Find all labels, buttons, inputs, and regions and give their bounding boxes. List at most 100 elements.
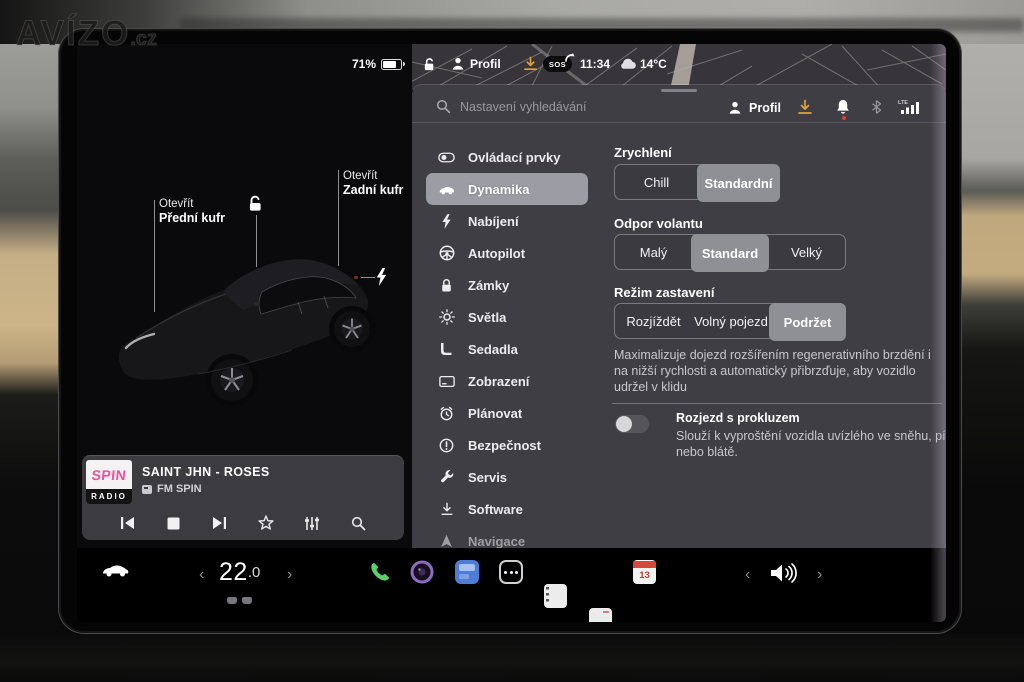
- vehicle-controls-button[interactable]: [100, 562, 130, 579]
- all-apps-button[interactable]: [499, 560, 523, 584]
- toggle-icon: [438, 149, 455, 166]
- status-download-icon[interactable]: [523, 56, 538, 77]
- acceleration-segmented-control: Chill Standardní: [614, 164, 780, 202]
- station-logo-line2: RADIO: [86, 489, 132, 504]
- sidebar-item-navigace[interactable]: Navigace: [426, 525, 588, 548]
- media-search-button[interactable]: [349, 515, 369, 531]
- car-icon: [438, 181, 455, 198]
- previous-track-button[interactable]: [117, 515, 137, 531]
- battery-icon: [381, 58, 406, 70]
- calendar-header: [633, 560, 656, 568]
- photo-of-tesla-screen: AVÍZO.cz 71% Otevřít Přední kufr Otevřít…: [0, 0, 1024, 682]
- tesla-touchscreen: 71% Otevřít Přední kufr Otevřít Zadní ku…: [77, 44, 946, 622]
- phone-app[interactable]: [368, 560, 392, 584]
- sidebar-item-planovat[interactable]: Plánovat: [426, 397, 588, 429]
- steering-segmented-control: Malý Standard Velký: [614, 234, 846, 272]
- slip-start-description: Slouží k vyproštění vozidla uvízlého ve …: [676, 429, 946, 459]
- sidebar-item-software[interactable]: Software: [426, 493, 588, 525]
- lock-icon: [438, 277, 455, 294]
- status-profile[interactable]: Profil: [451, 56, 501, 71]
- app-icon-blue[interactable]: [455, 560, 479, 584]
- station-logo[interactable]: SPIN RADIO: [86, 460, 132, 504]
- sidebar-item-svetla[interactable]: Světla: [426, 301, 588, 333]
- temp-decrease-chevron[interactable]: ‹: [199, 566, 204, 584]
- download-icon: [438, 501, 455, 518]
- sos-label: SOS: [548, 59, 567, 69]
- sidebar-item-dynamika[interactable]: Dynamika: [426, 173, 588, 205]
- sidebar-item-autopilot[interactable]: Autopilot: [426, 237, 588, 269]
- notebook-app[interactable]: [544, 584, 567, 608]
- sidebar-item-zamky[interactable]: Zámky: [426, 269, 588, 301]
- display-icon: [438, 373, 455, 390]
- unlock-icon[interactable]: [247, 194, 265, 217]
- media-source: FM SPIN: [142, 483, 202, 495]
- favorite-star-button[interactable]: [256, 515, 276, 531]
- settings-dialog: Nastavení vyhledávání Profil LTE Ovládac…: [412, 85, 946, 548]
- media-player-card[interactable]: SPIN RADIO SAINT JHN - ROSES FM SPIN: [82, 455, 404, 540]
- rear-trunk-button[interactable]: Otevřít Zadní kufr: [343, 169, 403, 198]
- section-divider: [612, 403, 942, 404]
- battery-status: 71%: [352, 57, 406, 71]
- navigation-icon: [438, 533, 455, 549]
- battery-percent: 71%: [352, 57, 377, 71]
- media-next-chevron[interactable]: ›: [817, 566, 822, 584]
- option-rozjizdet[interactable]: Rozjíždět: [615, 304, 692, 338]
- volume-speaker-icon[interactable]: [769, 562, 797, 584]
- next-track-button[interactable]: [210, 515, 230, 531]
- sidebar-item-zobrazeni[interactable]: Zobrazení: [426, 365, 588, 397]
- seat-heater-icons[interactable]: [227, 597, 252, 604]
- option-standard[interactable]: Standard: [691, 234, 769, 272]
- search-placeholder: Nastavení vyhledávání: [460, 100, 587, 114]
- sun-icon: [438, 309, 455, 326]
- dashcam-lens-app[interactable]: [410, 560, 434, 584]
- top-status-bar: Profil SOS 11:34 14°C: [412, 44, 946, 84]
- media-previous-chevron[interactable]: ‹: [745, 566, 750, 584]
- sidebar-item-bezpecnost[interactable]: Bezpečnost: [426, 429, 588, 461]
- notes-app[interactable]: [589, 608, 612, 622]
- group-title-steering: Odpor volantu: [614, 216, 703, 231]
- alert-icon: [438, 437, 455, 454]
- stop-button[interactable]: [163, 515, 183, 531]
- sidebar-item-servis[interactable]: Servis: [426, 461, 588, 493]
- option-maly[interactable]: Malý: [615, 235, 692, 269]
- sidebar-item-sedadla[interactable]: Sedadla: [426, 333, 588, 365]
- radio-source-icon: [142, 484, 152, 494]
- sos-badge[interactable]: SOS: [543, 53, 575, 72]
- bolt-icon: [438, 213, 455, 230]
- equalizer-button[interactable]: [302, 515, 322, 531]
- avizo-watermark: AVÍZO.cz: [15, 14, 158, 54]
- slip-start-toggle[interactable]: [615, 415, 649, 433]
- station-logo-line1: SPIN: [90, 466, 128, 483]
- dynamics-settings-content: Zrychlení Chill Standardní Odpor volantu…: [612, 85, 946, 548]
- vehicle-status-panel: 71% Otevřít Přední kufr Otevřít Zadní ku…: [77, 44, 412, 548]
- calendar-app[interactable]: 13: [633, 560, 656, 584]
- seat-icon: [438, 341, 455, 358]
- option-standardni[interactable]: Standardní: [697, 164, 780, 202]
- stopping-mode-segmented-control: Rozjíždět Volný pojezd Podržet: [614, 303, 846, 341]
- sidebar-item-nabijeni[interactable]: Nabíjení: [426, 205, 588, 237]
- clock: 11:34: [580, 57, 611, 71]
- rear-trunk-action: Otevřít: [343, 170, 378, 182]
- option-podrzet[interactable]: Podržet: [769, 303, 846, 341]
- search-icon: [436, 99, 451, 119]
- calendar-day: 13: [639, 569, 650, 581]
- vehicle-3d-model[interactable]: [112, 252, 380, 422]
- sidebar-item-ovladaci-prvky[interactable]: Ovládací prvky: [426, 141, 588, 173]
- steering-wheel-icon: [438, 245, 455, 262]
- cabin-temperature[interactable]: 22.0: [219, 558, 260, 587]
- slip-start-title: Rozjezd s prokluzem: [676, 411, 800, 425]
- option-chill[interactable]: Chill: [615, 165, 698, 199]
- media-controls: [82, 508, 404, 538]
- stopping-mode-description: Maximalizuje dojezd rozšířením regenerat…: [614, 348, 931, 394]
- front-trunk-action: Otevřít: [159, 198, 194, 210]
- temp-increase-chevron[interactable]: ›: [287, 566, 292, 584]
- front-trunk-button[interactable]: Otevřít Přední kufr: [159, 197, 225, 226]
- seat-heater-left-icon: [227, 597, 237, 604]
- track-title: SAINT JHN - ROSES: [142, 465, 270, 479]
- option-velky[interactable]: Velký: [768, 235, 845, 269]
- outside-temperature: 14°C: [640, 57, 667, 71]
- unlocked-icon[interactable]: [422, 57, 437, 77]
- toggle-knob: [616, 416, 632, 432]
- wrench-icon: [438, 469, 455, 486]
- option-volny-pojezd[interactable]: Volný pojezd: [692, 304, 770, 338]
